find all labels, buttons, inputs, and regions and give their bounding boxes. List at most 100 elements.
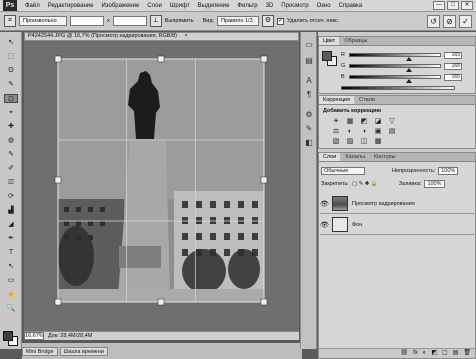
menu-image[interactable]: Изображение (97, 3, 143, 9)
brush-tool-icon[interactable]: ◍ (4, 136, 18, 145)
fill-field[interactable]: 100% (424, 180, 445, 188)
crop-preview-image[interactable] (24, 41, 299, 331)
tab-mini-bridge[interactable]: Mini Bridge (22, 347, 58, 356)
document-tab[interactable]: P4242544.JPG @ 16,7% (Просмотр кадрирова… (24, 32, 299, 41)
tool-presets-icon[interactable]: ⚙ (304, 110, 314, 120)
red-track[interactable] (349, 53, 441, 61)
color-balance-icon[interactable]: ⚖ (331, 127, 341, 136)
foreground-color-swatch[interactable] (3, 331, 13, 341)
tab-adjustments[interactable]: Коррекция (319, 96, 355, 104)
menu-filter[interactable]: Фильтр (233, 3, 261, 9)
menu-window[interactable]: Окно (313, 3, 335, 9)
gradient-map-icon[interactable]: ▩ (373, 137, 383, 146)
new-layer-icon[interactable]: ▤ (453, 349, 459, 358)
crop-tool-icon[interactable]: ⊡ (4, 94, 18, 103)
zoom-level-field[interactable]: 16,67% (24, 332, 44, 340)
document-info[interactable]: Док: 28,4М/28,4М (48, 333, 92, 339)
straighten-button[interactable]: Выпрямить (165, 18, 194, 24)
color-spectrum-bar[interactable] (341, 86, 455, 90)
history-panel-icon[interactable]: ▭ (304, 40, 314, 50)
marquee-tool-icon[interactable]: ⬚ (4, 52, 18, 61)
crop-width-input[interactable] (70, 16, 104, 26)
eye-icon[interactable]: 👁 (320, 221, 329, 229)
color-lookup-icon[interactable]: ▤ (387, 127, 397, 136)
adjustment-layer-icon[interactable]: ◩ (431, 349, 437, 358)
cancel-crop-icon[interactable]: ⊘ (443, 15, 456, 28)
photo-filter-icon[interactable]: ◑ (359, 127, 369, 136)
red-thumb[interactable] (405, 57, 412, 61)
layer-row-background[interactable]: 👁 Фон (320, 215, 476, 235)
layer-style-icon[interactable]: fx (413, 349, 418, 358)
delete-layer-icon[interactable]: 🗑 (463, 349, 471, 358)
menu-layers[interactable]: Слои (143, 3, 166, 9)
blur-tool-icon[interactable]: ▟ (4, 206, 18, 215)
quick-select-tool-icon[interactable]: ✎ (4, 80, 18, 89)
dodge-tool-icon[interactable]: ◢ (4, 220, 18, 229)
blue-track[interactable] (349, 75, 441, 83)
channel-mixer-icon[interactable]: ▣ (373, 127, 383, 136)
levels-icon[interactable]: ▦ (345, 117, 355, 126)
menu-edit[interactable]: Редактирование (44, 3, 98, 9)
tab-timeline[interactable]: Шкала времени (59, 347, 108, 356)
green-value-field[interactable]: 165 (444, 62, 462, 70)
crop-preset-select[interactable]: Произвольно (19, 16, 67, 26)
blue-value-field[interactable]: 165 (444, 73, 462, 81)
paragraph-panel-icon[interactable]: ¶ (304, 90, 314, 100)
maximize-button[interactable]: □ (447, 1, 459, 10)
path-select-tool-icon[interactable]: ↖ (4, 262, 18, 271)
overlay-view-select[interactable]: Правило 1/3 (217, 16, 260, 26)
crop-height-input[interactable] (112, 16, 147, 26)
pen-tool-icon[interactable]: ✒ (4, 234, 18, 243)
tab-styles[interactable]: Стили (355, 96, 379, 104)
layer-mask-icon[interactable]: ◐ (423, 349, 427, 358)
green-thumb[interactable] (405, 68, 412, 72)
close-button[interactable]: ✕ (461, 1, 473, 10)
lock-icons[interactable]: ▢ ✎ ✚ 🔒 (352, 181, 378, 187)
black-white-icon[interactable]: ◐ (345, 127, 355, 136)
red-value-field[interactable]: 165 (444, 51, 462, 59)
eyedropper-tool-icon[interactable]: ⌖ (4, 108, 18, 117)
curves-icon[interactable]: ◩ (359, 117, 369, 126)
green-track[interactable] (349, 64, 441, 72)
menu-select[interactable]: Выделение (194, 3, 234, 9)
clone-stamp-tool-icon[interactable]: ✎ (4, 150, 18, 159)
menu-file[interactable]: Файл (21, 3, 44, 9)
invert-icon[interactable]: ▧ (331, 137, 341, 146)
tab-channels[interactable]: Каналы (341, 153, 369, 161)
minimize-button[interactable]: — (433, 1, 445, 10)
blue-thumb[interactable] (405, 79, 412, 83)
straighten-icon[interactable]: ⟂ (149, 15, 162, 27)
exposure-icon[interactable]: ◪ (373, 117, 383, 126)
menu-type[interactable]: Шрифт (166, 3, 194, 9)
tab-paths[interactable]: Контуры (370, 153, 400, 161)
brush-panel-icon[interactable]: ✎ (304, 124, 314, 134)
gear-icon[interactable]: ⚙ (262, 15, 275, 27)
delete-cropped-checkbox[interactable]: ✓ (277, 17, 285, 25)
menu-view[interactable]: Просмотр (277, 3, 312, 9)
close-document-icon[interactable]: × (185, 33, 188, 39)
red-slider[interactable]: R 165 (341, 51, 473, 61)
layer-row-crop-preview[interactable]: 👁 Просмотр кадрирования (320, 194, 476, 214)
history-brush-tool-icon[interactable]: ✐ (4, 164, 18, 173)
brightness-contrast-icon[interactable]: ☀ (331, 117, 341, 126)
eraser-tool-icon[interactable]: ⎚ (4, 178, 18, 187)
vibrance-icon[interactable]: ▽ (387, 117, 397, 126)
clone-source-icon[interactable]: ◧ (304, 138, 314, 148)
document-canvas[interactable] (24, 41, 299, 331)
hand-tool-icon[interactable]: ☝ (4, 290, 18, 299)
menu-help[interactable]: Справка (335, 3, 367, 9)
move-tool-icon[interactable]: ↖ (4, 38, 18, 47)
healing-tool-icon[interactable]: ✚ (4, 122, 18, 131)
tab-color[interactable]: Цвет (319, 37, 340, 45)
shape-tool-icon[interactable]: ▭ (4, 276, 18, 285)
reset-icon[interactable]: ↺ (427, 15, 440, 28)
tab-layers[interactable]: Слои (319, 153, 341, 161)
lasso-tool-icon[interactable]: ʘ (4, 66, 18, 75)
eye-icon[interactable]: 👁 (320, 200, 329, 208)
threshold-icon[interactable]: ◫ (359, 137, 369, 146)
crop-tool-icon[interactable]: ⌗ (4, 15, 16, 27)
menu-3d[interactable]: 3D (262, 3, 278, 9)
new-group-icon[interactable]: ▢ (442, 349, 448, 358)
type-tool-icon[interactable]: T (4, 248, 18, 257)
blend-mode-select[interactable]: Обычные (321, 167, 365, 175)
